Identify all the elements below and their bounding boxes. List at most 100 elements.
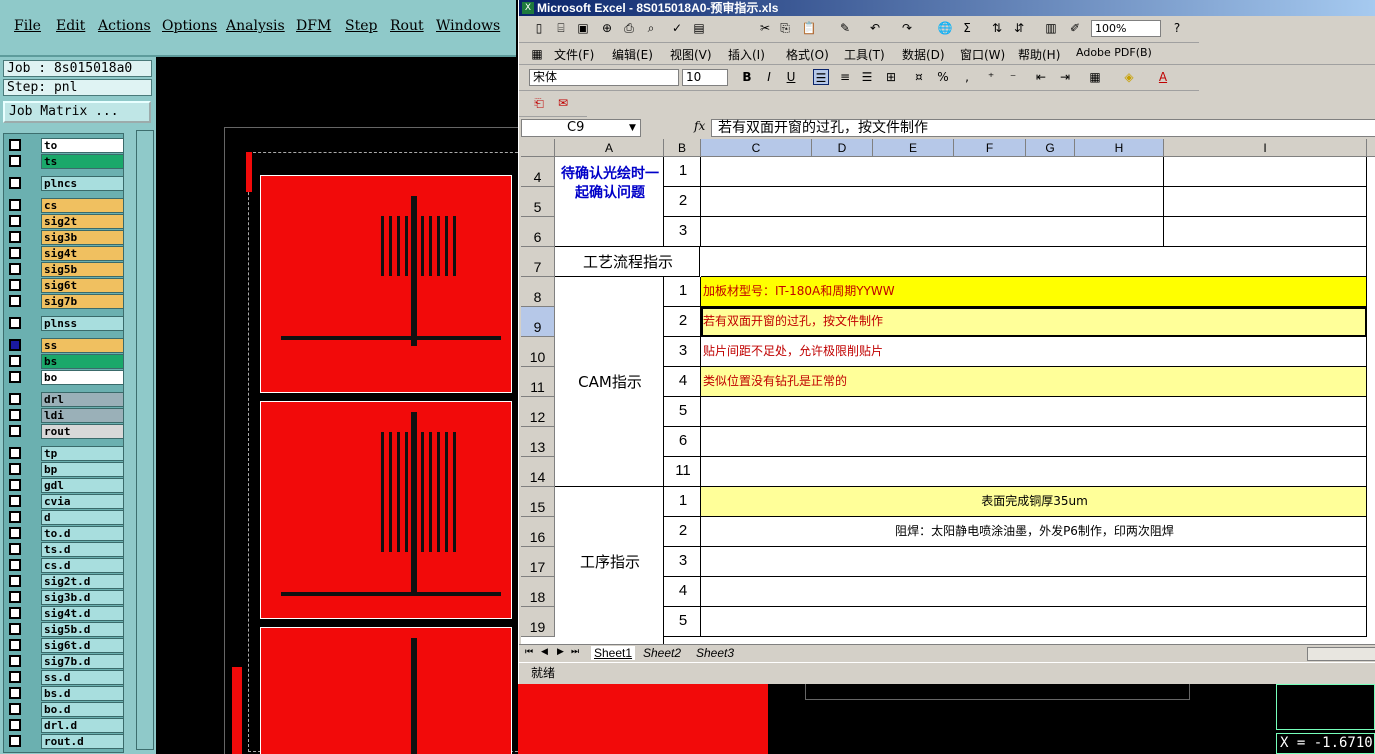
layer-name[interactable]: rout — [41, 424, 124, 439]
layer-name[interactable]: sig4t.d — [41, 606, 124, 621]
layer-checkbox[interactable] — [9, 447, 21, 459]
layer-row-sig7b[interactable]: sig7b — [6, 294, 124, 309]
row-header-13[interactable]: 13 — [521, 427, 555, 457]
menu-edit[interactable]: Edit — [56, 18, 85, 34]
row-header-17[interactable]: 17 — [521, 547, 555, 577]
menu-analysis[interactable]: Analysis — [226, 18, 285, 34]
sort-asc-icon[interactable]: ⇅ — [989, 20, 1005, 36]
layer-checkbox[interactable] — [9, 263, 21, 275]
pdf-convert-icon[interactable]: ⎗ — [531, 95, 547, 111]
cut-icon[interactable]: ✂ — [757, 20, 773, 36]
row-header-14[interactable]: 14 — [521, 457, 555, 487]
layer-checkbox[interactable] — [9, 279, 21, 291]
row-header-10[interactable]: 10 — [521, 337, 555, 367]
row-header-8[interactable]: 8 — [521, 277, 555, 307]
layer-row-ts-d[interactable]: ts.d — [6, 542, 124, 557]
layer-row-bs[interactable]: bs — [6, 354, 124, 369]
menu-insert-cn[interactable]: 插入(I) — [728, 46, 765, 63]
cell-a4-confirm[interactable]: 待确认光绘时一起确认问题 — [555, 157, 664, 247]
name-box-dropdown-icon[interactable]: ▼ — [629, 123, 636, 133]
tab-sheet3[interactable]: Sheet3 — [696, 646, 734, 660]
col-header-h[interactable]: H — [1075, 139, 1164, 157]
layer-name[interactable]: gdl — [41, 478, 124, 493]
menu-format-cn[interactable]: 格式(O) — [786, 46, 829, 63]
cell-c9[interactable]: 若有双面开窗的过孔，按文件制作 — [701, 307, 1367, 337]
cell-a7-process[interactable]: 工艺流程指示 — [555, 247, 700, 277]
layer-row-cvia[interactable]: cvia — [6, 494, 124, 509]
layer-row-bp[interactable]: bp — [6, 462, 124, 477]
layer-checkbox[interactable] — [9, 591, 21, 603]
layer-name[interactable]: sig2t.d — [41, 574, 124, 589]
layer-checkbox[interactable] — [9, 215, 21, 227]
layer-name[interactable]: drl — [41, 392, 124, 407]
layer-checkbox[interactable] — [9, 371, 21, 383]
layer-checkbox[interactable] — [9, 295, 21, 307]
cell-c8[interactable]: 加板材型号：IT-180A和周期YYWW — [701, 277, 1367, 307]
layer-checkbox[interactable] — [9, 139, 21, 151]
layer-row-sig4t[interactable]: sig4t — [6, 246, 124, 261]
layer-row-to-d[interactable]: to.d — [6, 526, 124, 541]
layer-name[interactable]: sig3b.d — [41, 590, 124, 605]
font-size-select[interactable]: 10 — [682, 69, 728, 86]
cell-c5[interactable] — [701, 187, 1164, 217]
layer-checkbox[interactable] — [9, 247, 21, 259]
layer-checkbox[interactable] — [9, 543, 21, 555]
layer-checkbox[interactable] — [9, 719, 21, 731]
cell-i4[interactable] — [1164, 157, 1367, 187]
cell-c17[interactable] — [701, 547, 1367, 577]
menu-adobe-pdf[interactable]: Adobe PDF(B) — [1076, 46, 1152, 59]
layer-row-rout-d[interactable]: rout.d — [6, 734, 124, 749]
cell-i5[interactable] — [1164, 187, 1367, 217]
layer-list-scrollbar[interactable] — [136, 130, 154, 750]
layer-checkbox[interactable] — [9, 703, 21, 715]
layer-checkbox[interactable] — [9, 317, 21, 329]
job-matrix-button[interactable]: Job Matrix ... — [3, 101, 151, 123]
cell-b19[interactable]: 5 — [664, 607, 701, 637]
col-header-e[interactable]: E — [873, 139, 954, 157]
drawing-icon[interactable]: ✐ — [1067, 20, 1083, 36]
layer-checkbox[interactable] — [9, 559, 21, 571]
comma-icon[interactable]: , — [959, 69, 975, 85]
cell-c11[interactable]: 类似位置没有钻孔是正常的 — [701, 367, 1367, 397]
col-header-b[interactable]: B — [664, 139, 701, 157]
open-icon[interactable]: ⌸ — [553, 20, 569, 36]
menu-file-cn[interactable]: 文件(F) — [554, 46, 594, 63]
layer-name[interactable]: bs.d — [41, 686, 124, 701]
menu-help-cn[interactable]: 帮助(H) — [1018, 46, 1060, 63]
horizontal-scrollbar[interactable] — [1307, 647, 1375, 661]
layer-name[interactable]: cvia — [41, 494, 124, 509]
cell-b5[interactable]: 2 — [664, 187, 701, 217]
cell-c12[interactable] — [701, 397, 1367, 427]
row-header-9[interactable]: 9 — [521, 307, 555, 337]
layer-row-gdl[interactable]: gdl — [6, 478, 124, 493]
layer-name[interactable]: sig5b — [41, 262, 124, 277]
name-box[interactable]: C9 — [521, 119, 641, 137]
formula-bar[interactable]: 若有双面开窗的过孔，按文件制作 — [711, 119, 1375, 137]
help-icon[interactable]: ? — [1169, 20, 1185, 36]
layer-checkbox[interactable] — [9, 479, 21, 491]
chart-wizard-icon[interactable]: ▥ — [1043, 20, 1059, 36]
research-icon[interactable]: ▤ — [691, 20, 707, 36]
layer-row-bo-d[interactable]: bo.d — [6, 702, 124, 717]
col-header-j[interactable] — [1367, 139, 1375, 157]
currency-icon[interactable]: ¤ — [911, 69, 927, 85]
menu-data-cn[interactable]: 数据(D) — [902, 46, 945, 63]
print-icon[interactable]: ⎙ — [621, 20, 637, 36]
menu-step[interactable]: Step — [345, 18, 377, 34]
menu-tools-cn[interactable]: 工具(T) — [844, 46, 885, 63]
row-header-6[interactable]: 6 — [521, 217, 555, 247]
col-header-i[interactable]: I — [1164, 139, 1367, 157]
format-painter-icon[interactable]: ✎ — [837, 20, 853, 36]
fill-color-icon[interactable]: ◈ — [1121, 69, 1137, 85]
menu-view-cn[interactable]: 视图(V) — [670, 46, 712, 63]
cell-c15[interactable]: 表面完成铜厚35um — [701, 487, 1367, 517]
menu-actions[interactable]: Actions — [98, 18, 151, 34]
layer-name[interactable]: sig6t — [41, 278, 124, 293]
font-name-select[interactable]: 宋体 — [529, 69, 679, 86]
cell-b13[interactable]: 6 — [664, 427, 701, 457]
hyperlink-icon[interactable]: 🌐 — [937, 20, 953, 36]
layer-name[interactable]: cs — [41, 198, 124, 213]
layer-name[interactable]: sig7b.d — [41, 654, 124, 669]
undo-icon[interactable]: ↶ — [867, 20, 883, 36]
layer-name[interactable]: cs.d — [41, 558, 124, 573]
